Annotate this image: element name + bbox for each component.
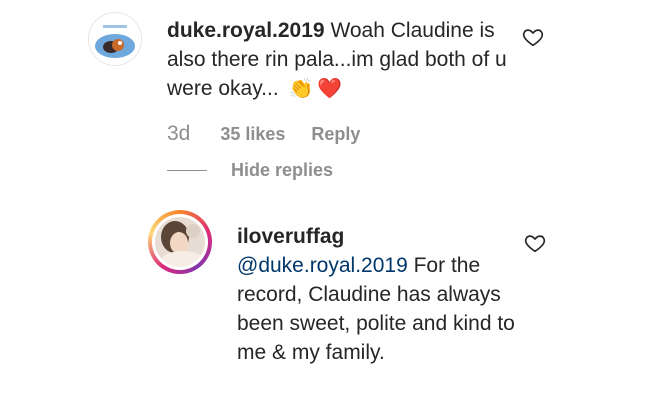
comment-body: duke.royal.2019 Woah Claudine is also th…: [167, 16, 512, 104]
reply-body: iloveruffag @duke.royal.2019 For the rec…: [237, 222, 537, 367]
like-comment-button[interactable]: [522, 26, 544, 48]
hide-replies-label: Hide replies: [231, 160, 334, 180]
reply-username[interactable]: iloveruffag: [237, 225, 344, 248]
comment-meta: 3d 35 likes Reply: [167, 122, 360, 146]
story-ring[interactable]: [148, 210, 212, 274]
comment: duke.royal.2019 Woah Claudine is also th…: [88, 12, 648, 202]
comment-username[interactable]: duke.royal.2019: [167, 19, 325, 42]
red-heart-emoji: ❤️: [317, 78, 343, 100]
divider-line: [167, 170, 207, 171]
commenter-avatar[interactable]: [88, 12, 142, 66]
hide-replies-button[interactable]: Hide replies: [167, 160, 333, 181]
reply-mention[interactable]: @duke.royal.2019: [237, 254, 408, 277]
avatar-cartoon-icon: [89, 13, 141, 65]
replier-avatar[interactable]: [152, 214, 208, 270]
comment-age[interactable]: 3d: [167, 122, 190, 146]
comment-likes[interactable]: 35 likes: [220, 124, 285, 145]
avatar-photo-icon: [155, 217, 205, 267]
reply-comment: iloveruffag @duke.royal.2019 For the rec…: [148, 210, 648, 400]
reply-button[interactable]: Reply: [311, 124, 360, 145]
heart-outline-icon: [522, 29, 544, 47]
like-reply-button[interactable]: [524, 232, 546, 254]
heart-outline-icon: [524, 235, 546, 253]
clapping-hands-emoji: 👏: [288, 78, 314, 100]
